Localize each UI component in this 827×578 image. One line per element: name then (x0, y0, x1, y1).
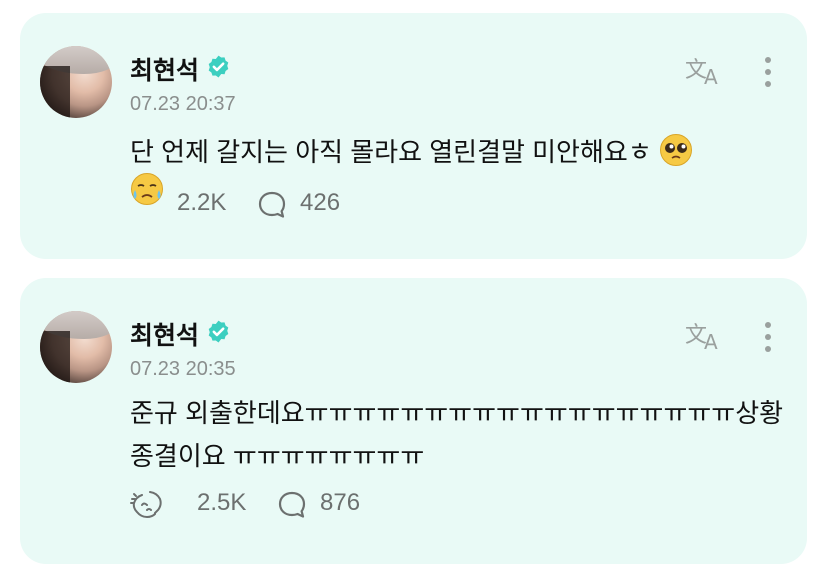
reaction-count: 2.5K (197, 489, 247, 516)
comment-icon[interactable] (257, 190, 287, 220)
comment-count[interactable]: 876 (320, 489, 360, 517)
post-text-line1: 단 언제 갈지는 아직 몰라요 열린결말 미안해요ㅎ (130, 137, 652, 167)
translate-icon[interactable]: 文 A (684, 318, 726, 352)
post-card[interactable]: 최현석 07.23 20:35 文 A 준규 외출한데요ㅠㅠㅠㅠㅠㅠㅠㅠㅠㅠㅠㅠ… (20, 278, 807, 564)
more-vertical-icon[interactable] (762, 320, 774, 356)
author-name[interactable]: 최현석 (130, 316, 199, 352)
avatar[interactable] (40, 311, 112, 383)
comment-count[interactable]: 426 (300, 189, 340, 217)
verified-badge-icon (208, 55, 229, 78)
post-timestamp: 07.23 20:37 (130, 93, 236, 115)
post-text-line1: 준규 외출한데요ㅠㅠㅠㅠㅠㅠㅠㅠㅠㅠㅠㅠㅠㅠㅠㅠㅠㅠ상황 (130, 398, 784, 428)
more-vertical-icon[interactable] (762, 55, 774, 91)
post-text: 단 언제 갈지는 아직 몰라요 열린결말 미안해요ㅎ (130, 131, 693, 174)
svg-text:A: A (704, 65, 718, 87)
comment-icon[interactable] (277, 490, 307, 520)
post-text-line2: 종결이요 ㅠㅠㅠㅠㅠㅠㅠㅠ (130, 441, 425, 471)
reaction-icon[interactable] (130, 488, 164, 522)
author-name[interactable]: 최현석 (130, 51, 199, 87)
post-text: 준규 외출한데요ㅠㅠㅠㅠㅠㅠㅠㅠㅠㅠㅠㅠㅠㅠㅠㅠㅠㅠ상황 종결이요 ㅠㅠㅠㅠㅠㅠ… (130, 392, 783, 478)
svg-text:A: A (704, 330, 718, 352)
translate-icon[interactable]: 文 A (684, 53, 726, 87)
reaction-count: 2.2K (177, 189, 227, 216)
avatar[interactable] (40, 46, 112, 118)
pleading-face-icon (659, 134, 692, 166)
post-card[interactable]: 최현석 07.23 20:37 文 A 단 언제 갈지는 아직 몰라요 열린결말… (20, 13, 807, 259)
post-actions: 2.2K 426 (110, 186, 410, 222)
verified-badge-icon (208, 320, 229, 343)
post-timestamp: 07.23 20:35 (130, 358, 236, 380)
post-actions: 2.5K 876 (130, 486, 430, 522)
